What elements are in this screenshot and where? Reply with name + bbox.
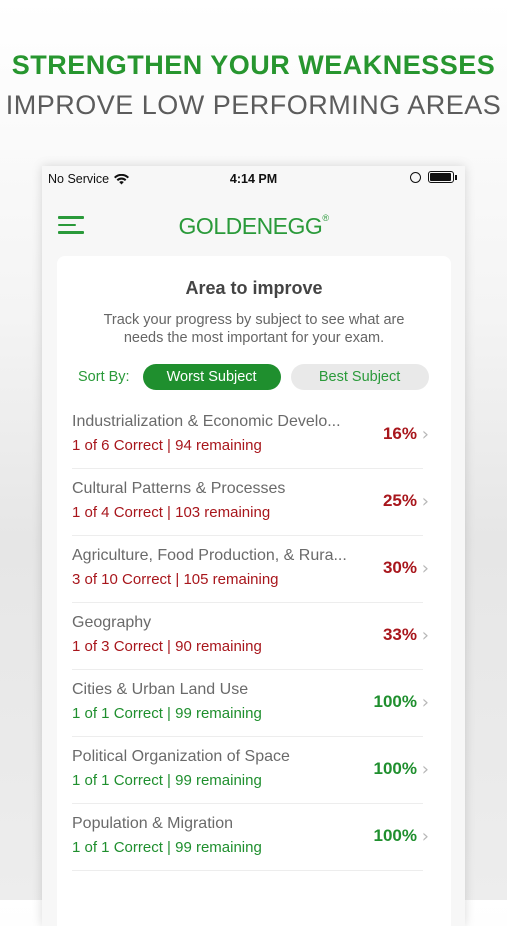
subject-progress-text: 1 of 6 Correct | 94 remaining — [72, 437, 262, 454]
list-item[interactable]: Population & Migration 1 of 1 Correct | … — [72, 804, 429, 871]
subject-percent: 25% — [382, 491, 417, 510]
subject-percent: 33% — [382, 625, 417, 644]
list-item[interactable]: Industrialization & Economic Develo... 1… — [72, 402, 429, 469]
subject-percent: 100% — [373, 759, 417, 778]
chevron-right-icon: › — [421, 558, 429, 579]
list-item[interactable]: Geography 1 of 3 Correct | 90 remaining … — [72, 603, 429, 670]
chevron-right-icon: › — [421, 491, 429, 512]
sort-controls: Sort By: Worst Subject Best Subject — [57, 364, 451, 390]
status-time: 4:14 PM — [229, 172, 278, 186]
chevron-right-icon: › — [421, 424, 429, 445]
chevron-right-icon: › — [421, 826, 429, 847]
subject-progress-text: 1 of 1 Correct | 99 remaining — [72, 705, 262, 722]
subject-name: Cities & Urban Land Use — [72, 681, 249, 698]
list-item[interactable]: Political Organization of Space 1 of 1 C… — [72, 737, 429, 804]
chevron-right-icon: › — [421, 692, 429, 713]
subject-name: Agriculture, Food Production, & Rura... — [72, 547, 347, 564]
subject-list: Industrialization & Economic Develo... 1… — [57, 402, 451, 871]
subject-percent: 30% — [382, 558, 417, 577]
battery-nub — [455, 174, 457, 180]
subject-name: Political Organization of Space — [72, 748, 290, 765]
subject-name: Geography — [72, 614, 152, 631]
subject-percent: 100% — [373, 826, 417, 845]
promo-subtitle: IMPROVE LOW PERFORMING AREAS — [5, 90, 502, 120]
subject-progress-text: 3 of 10 Correct | 105 remaining — [72, 571, 279, 588]
list-item[interactable]: Cities & Urban Land Use 1 of 1 Correct |… — [72, 670, 429, 737]
phone-screen: No Service 4:14 PM GOLDENEGG® Area to im… — [42, 166, 465, 926]
chevron-right-icon: › — [421, 759, 429, 780]
status-right — [410, 171, 457, 183]
list-item[interactable]: Cultural Patterns & Processes 1 of 4 Cor… — [72, 469, 429, 536]
card-description: Track your progress by subject to see wh… — [103, 312, 405, 346]
subject-name: Industrialization & Economic Develo... — [72, 413, 341, 430]
subject-percent: 100% — [373, 692, 417, 711]
sort-label: Sort By: — [78, 369, 130, 385]
app-logo: GOLDENEGG® — [178, 213, 329, 239]
battery-icon — [428, 171, 454, 183]
subject-progress-text: 1 of 1 Correct | 99 remaining — [72, 839, 262, 856]
sort-best-subject-button[interactable]: Best Subject — [290, 364, 429, 390]
subject-name: Population & Migration — [72, 815, 233, 832]
card-title: Area to improve — [185, 278, 323, 298]
subject-percent: 16% — [382, 424, 417, 443]
subject-progress-text: 1 of 1 Correct | 99 remaining — [72, 772, 262, 789]
subject-progress-text: 1 of 3 Correct | 90 remaining — [72, 638, 262, 655]
subject-progress-text: 1 of 4 Correct | 103 remaining — [72, 504, 271, 521]
promo-title: STRENGTHEN YOUR WEAKNESSES — [11, 50, 496, 80]
chevron-right-icon: › — [421, 625, 429, 646]
status-bar: No Service 4:14 PM — [42, 166, 465, 190]
sort-worst-subject-button[interactable]: Worst Subject — [142, 364, 281, 390]
orientation-lock-icon — [410, 171, 421, 183]
area-to-improve-card: Area to improve Track your progress by s… — [57, 256, 451, 926]
subject-name: Cultural Patterns & Processes — [72, 480, 286, 497]
app-header: GOLDENEGG® — [42, 190, 465, 256]
list-item[interactable]: Agriculture, Food Production, & Rura... … — [72, 536, 429, 603]
